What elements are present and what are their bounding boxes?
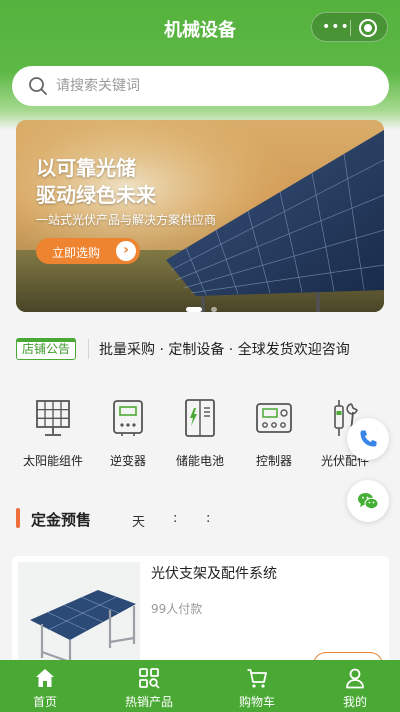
tab-label: 购物车 — [238, 695, 275, 709]
category-item-inverter[interactable]: 逆变器 — [88, 390, 168, 469]
banner-title-line2: 驱动绿色未来 — [36, 183, 156, 207]
notice-badge: 店铺公告 — [16, 338, 76, 360]
controller-icon — [256, 403, 292, 433]
user-icon — [346, 668, 364, 689]
banner-title-line1: 以可靠光储 — [36, 156, 136, 180]
product-name: 光伏支架及配件系统 — [151, 566, 277, 582]
phone-contact-button[interactable] — [347, 418, 389, 460]
battery-cabinet-icon — [185, 399, 215, 437]
notice-divider — [88, 339, 89, 359]
tab-home[interactable]: 首页 — [0, 660, 95, 712]
arrow-right-icon: › — [116, 241, 136, 261]
bottom-tab-bar: 首页 热销产品 购物车 我的 — [0, 660, 400, 712]
presale-section-header: 定金预售 天 : : — [0, 505, 400, 535]
section-accent-bar — [16, 508, 20, 528]
tab-label: 首页 — [32, 695, 57, 709]
close-target-icon[interactable] — [359, 19, 377, 37]
promo-banner[interactable]: 以可靠光储 驱动绿色未来 一站式光伏产品与解决方案供应商 立即选购 › — [16, 120, 384, 312]
banner-subtitle: 一站式光伏产品与解决方案供应商 — [36, 213, 217, 227]
notice-text: 批量采购 · 定制设备 · 全球发货欢迎咨询 — [99, 342, 350, 358]
grid-search-icon — [139, 668, 160, 689]
tab-label: 热销产品 — [124, 695, 173, 709]
search-input[interactable] — [56, 74, 356, 98]
solar-panel-icon — [36, 400, 70, 436]
more-icon[interactable]: ••• — [322, 20, 350, 34]
product-sales: 99人付款 — [151, 602, 203, 616]
product-image — [18, 562, 140, 666]
category-item-controller[interactable]: 控制器 — [234, 390, 314, 469]
tab-hot-products[interactable]: 热销产品 — [99, 660, 199, 712]
store-notice[interactable]: 店铺公告 批量采购 · 定制设备 · 全球发货欢迎咨询 — [0, 330, 400, 366]
countdown-day-unit: 天 — [132, 515, 146, 530]
category-label: 太阳能组件 — [22, 454, 83, 468]
phone-icon — [360, 430, 377, 447]
tab-cart[interactable]: 购物车 — [207, 660, 307, 712]
tab-label: 我的 — [342, 695, 367, 709]
search-bar[interactable] — [12, 66, 389, 106]
home-icon — [36, 669, 54, 687]
carousel-indicator — [186, 297, 221, 312]
countdown-separator: : — [206, 511, 211, 526]
category-nav: 太阳能组件 逆变器 储能电池 控制器 光伏配件 — [0, 390, 400, 480]
countdown-separator: : — [173, 511, 178, 526]
miniprogram-capsule: ••• — [311, 12, 388, 42]
inverter-icon — [113, 400, 143, 436]
category-label: 储能电池 — [175, 454, 224, 468]
product-card[interactable]: 光伏支架及配件系统 99人付款 — [12, 556, 389, 666]
tab-profile[interactable]: 我的 — [305, 660, 400, 712]
presale-title: 定金预售 — [31, 511, 92, 529]
cart-icon — [247, 669, 267, 688]
category-item-solar-modules[interactable]: 太阳能组件 — [13, 390, 93, 469]
buy-now-label: 立即选购 — [52, 246, 101, 260]
category-item-storage-battery[interactable]: 储能电池 — [160, 390, 240, 469]
category-label: 控制器 — [255, 454, 292, 468]
carousel-dot — [211, 307, 218, 312]
search-icon — [29, 77, 47, 95]
carousel-dot-active — [186, 307, 202, 312]
title-bar: 机械设备 ••• — [0, 0, 400, 54]
buy-now-button[interactable]: 立即选购 › — [36, 238, 140, 264]
capsule-divider — [350, 20, 351, 36]
category-label: 逆变器 — [109, 454, 146, 468]
